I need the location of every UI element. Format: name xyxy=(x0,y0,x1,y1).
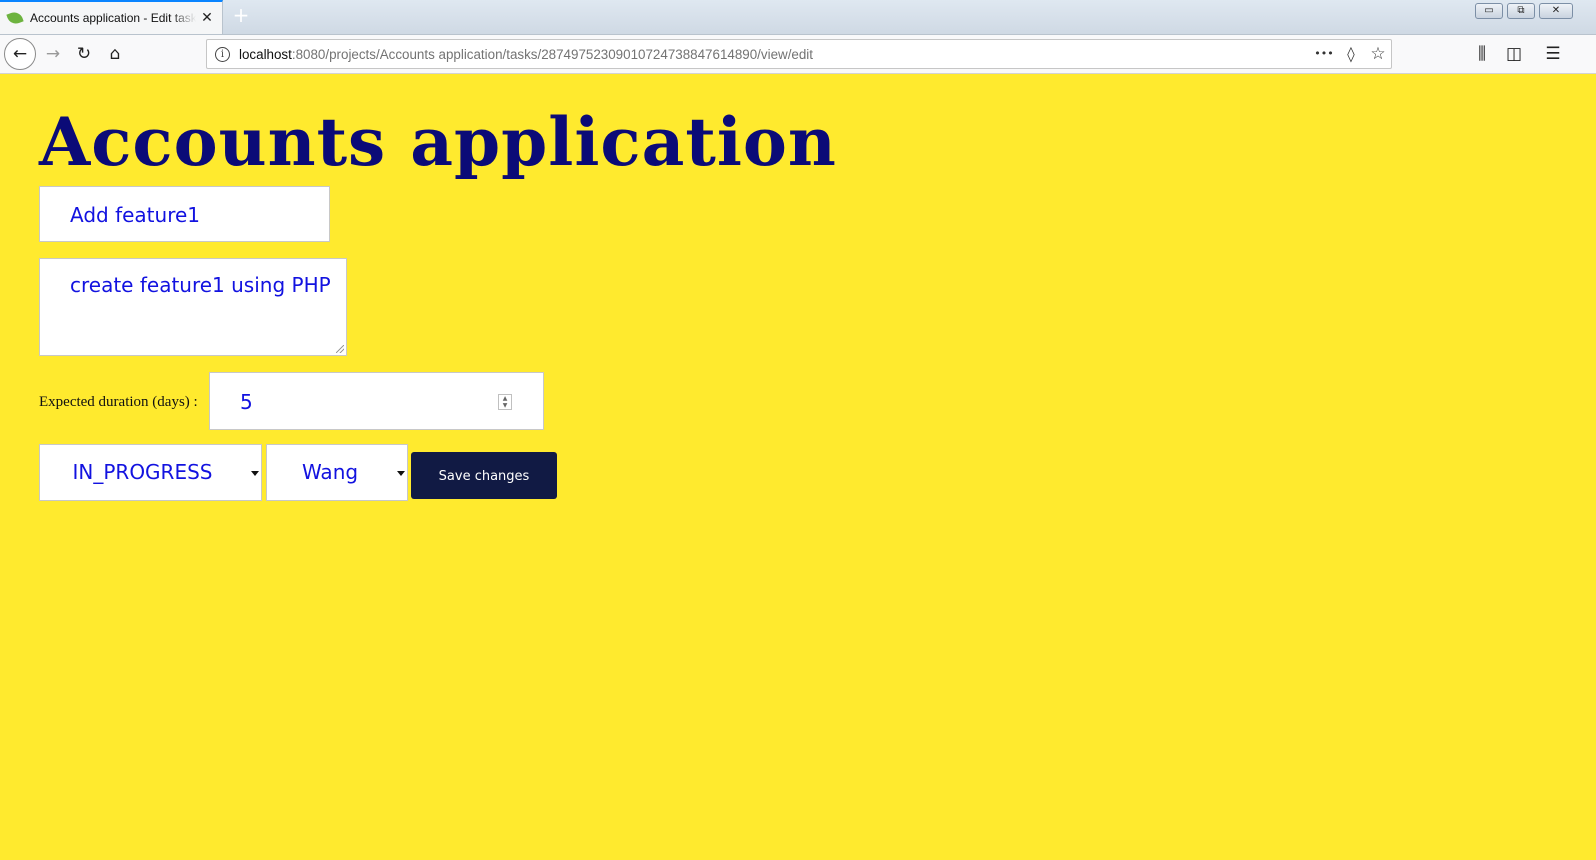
window-close-button[interactable]: ✕ xyxy=(1539,3,1573,19)
reload-icon[interactable]: ↻ xyxy=(71,41,97,67)
status-select-value: IN_PROGRESS xyxy=(72,460,213,484)
back-icon[interactable]: ← xyxy=(4,38,36,70)
resize-grip-icon[interactable] xyxy=(336,345,344,353)
url-path: :8080/projects/Accounts application/task… xyxy=(291,47,814,62)
url-host: localhost xyxy=(239,47,292,62)
browser-tab-active[interactable]: Accounts application - Edit task ✕ xyxy=(0,0,223,34)
assignee-select-value: Wang xyxy=(301,460,359,484)
close-tab-icon[interactable]: ✕ xyxy=(198,9,216,27)
page-actions-icon[interactable]: ••• xyxy=(1313,43,1335,65)
status-select[interactable]: IN_PROGRESS xyxy=(39,444,262,501)
number-spinner[interactable]: ▲ ▼ xyxy=(498,394,512,410)
duration-input[interactable] xyxy=(240,388,460,416)
restore-icon: ⧉ xyxy=(1517,5,1525,16)
duration-field[interactable]: ▲ ▼ xyxy=(209,372,544,430)
task-name-field[interactable] xyxy=(39,186,330,242)
address-bar[interactable]: i localhost:8080/projects/Accounts appli… xyxy=(206,39,1392,69)
browser-nav-bar: ← → ↻ ⌂ i localhost:8080/projects/Accoun… xyxy=(0,35,1596,74)
url-text[interactable]: localhost:8080/projects/Accounts applica… xyxy=(239,47,813,62)
task-description-textarea[interactable]: create feature1 using PHP xyxy=(70,273,338,349)
page-title: Accounts application xyxy=(39,103,837,181)
minimize-icon: ▭ xyxy=(1484,5,1494,16)
bookmark-star-icon[interactable]: ☆ xyxy=(1367,43,1389,65)
chevron-down-icon xyxy=(397,471,405,476)
save-changes-button[interactable]: Save changes xyxy=(411,452,557,499)
home-icon[interactable]: ⌂ xyxy=(102,41,128,67)
window-close-icon: ✕ xyxy=(1551,5,1561,16)
new-tab-icon[interactable]: + xyxy=(231,5,251,25)
site-info-icon[interactable]: i xyxy=(215,47,230,62)
task-name-input[interactable] xyxy=(70,201,320,229)
spin-down-icon[interactable]: ▼ xyxy=(499,402,511,409)
forward-icon[interactable]: → xyxy=(40,41,66,67)
duration-label: Expected duration (days) : xyxy=(39,394,198,410)
assignee-select[interactable]: Wang xyxy=(266,444,408,501)
restore-button[interactable]: ⧉ xyxy=(1507,3,1535,19)
task-description-field[interactable]: create feature1 using PHP xyxy=(39,258,347,356)
browser-tab-bar: Accounts application - Edit task ✕ + ▭ ⧉… xyxy=(0,0,1596,35)
pocket-icon[interactable]: ◊ xyxy=(1340,43,1362,65)
chevron-down-icon xyxy=(251,471,259,476)
spin-up-icon[interactable]: ▲ xyxy=(499,395,511,402)
tab-title: Accounts application - Edit task xyxy=(30,11,196,25)
sidebar-toggle-icon[interactable]: ◫ xyxy=(1501,41,1527,67)
minimize-button[interactable]: ▭ xyxy=(1475,3,1503,19)
menu-icon[interactable]: ☰ xyxy=(1540,41,1566,67)
library-icon[interactable]: ⫼ xyxy=(1469,41,1495,67)
spring-leaf-icon xyxy=(6,9,24,27)
